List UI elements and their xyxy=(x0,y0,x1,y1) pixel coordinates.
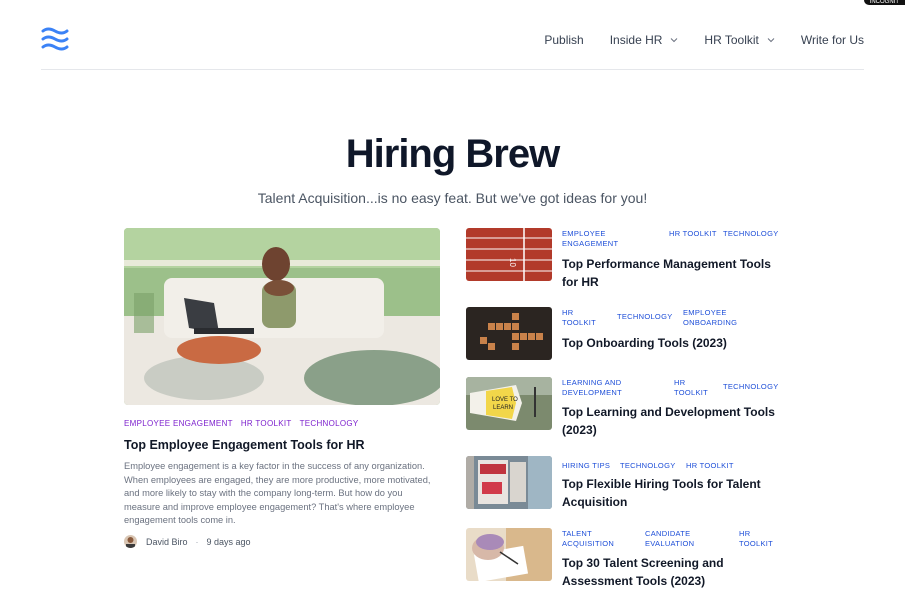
tag-link[interactable]: TALENT ACQUISITION xyxy=(562,529,627,549)
main-nav: Publish Inside HR HR Toolkit Write for U… xyxy=(518,33,864,47)
list-item[interactable]: LOVE TO LEARN LEARNING AND DEVELOPMENT H… xyxy=(466,377,788,437)
article-thumbnail[interactable] xyxy=(466,456,552,509)
tag-link[interactable]: EMPLOYEE ENGAGEMENT xyxy=(124,419,233,428)
featured-title[interactable]: Top Employee Engagement Tools for HR xyxy=(124,438,365,452)
chevron-down-icon xyxy=(671,38,678,43)
tag-link[interactable]: HR TOOLKIT xyxy=(674,378,714,398)
article-thumbnail[interactable]: LOVE TO LEARN xyxy=(466,377,552,430)
post-date: 9 days ago xyxy=(206,536,251,547)
nav-hr-toolkit[interactable]: HR Toolkit xyxy=(704,33,775,47)
tag-link[interactable]: TECHNOLOGY xyxy=(723,382,779,392)
article-tags: HR TOOLKIT TECHNOLOGY EMPLOYEE ONBOARDIN… xyxy=(562,308,784,330)
tag-link[interactable]: EMPLOYEE ONBOARDING xyxy=(683,308,753,328)
tag-link[interactable]: TECHNOLOGY xyxy=(723,229,779,239)
article-tags: EMPLOYEE ENGAGEMENT HR TOOLKIT TECHNOLOG… xyxy=(562,229,784,251)
author-name[interactable]: David Biro xyxy=(146,537,188,547)
nav-label: HR Toolkit xyxy=(704,33,759,47)
page-title: Hiring Brew xyxy=(345,132,560,176)
tag-link[interactable]: HR TOOLKIT xyxy=(562,308,602,328)
nav-write-for-us[interactable]: Write for Us xyxy=(801,33,864,47)
list-item[interactable]: HR TOOLKIT TECHNOLOGY EMPLOYEE ONBOARDIN… xyxy=(466,307,788,363)
tag-link[interactable]: TECHNOLOGY xyxy=(617,312,673,322)
tag-link[interactable]: LEARNING AND DEVELOPMENT xyxy=(562,378,642,398)
nav-inside-hr[interactable]: Inside HR xyxy=(610,33,679,47)
nav-label: Publish xyxy=(544,33,584,47)
tag-link[interactable]: CANDIDATE EVALUATION xyxy=(645,529,705,549)
featured-image[interactable] xyxy=(124,228,440,405)
tag-link[interactable]: HR TOOLKIT xyxy=(669,229,719,239)
article-title[interactable]: Top Learning and Development Tools (2023… xyxy=(562,403,788,439)
incognito-badge: INCOGNIT xyxy=(863,0,905,5)
chevron-down-icon xyxy=(767,38,775,43)
tag-link[interactable]: TECHNOLOGY xyxy=(620,461,676,471)
nav-label: Inside HR xyxy=(609,33,663,47)
separator-dot: · xyxy=(195,536,199,547)
list-item[interactable]: TALENT ACQUISITION CANDIDATE EVALUATION … xyxy=(466,528,788,588)
tag-link[interactable]: TECHNOLOGY xyxy=(300,419,359,428)
site-header: Publish Inside HR HR Toolkit Write for U… xyxy=(41,22,864,70)
nav-publish[interactable]: Publish xyxy=(544,33,583,47)
tag-link[interactable]: HR TOOLKIT xyxy=(686,461,734,471)
nav-label: Write for Us xyxy=(800,33,864,47)
article-thumbnail[interactable]: 10 xyxy=(466,228,552,281)
article-thumbnail[interactable] xyxy=(466,307,552,360)
article-title[interactable]: Top 30 Talent Screening and Assessment T… xyxy=(562,554,788,590)
article-title[interactable]: Top Flexible Hiring Tools for Talent Acq… xyxy=(562,475,788,511)
featured-tags: EMPLOYEE ENGAGEMENT HR TOOLKIT TECHNOLOG… xyxy=(124,419,367,428)
page-subtitle: Talent Acquisition...is no easy feat. Bu… xyxy=(257,190,648,206)
svg-text:10: 10 xyxy=(508,258,517,267)
article-thumbnail[interactable] xyxy=(466,528,552,581)
list-item[interactable]: HIRING TIPS TECHNOLOGY HR TOOLKIT Top Fl… xyxy=(466,456,788,512)
tag-link[interactable]: EMPLOYEE ENGAGEMENT xyxy=(562,229,652,249)
tag-link[interactable]: HIRING TIPS xyxy=(562,461,610,471)
waves-logo-icon[interactable] xyxy=(41,26,69,52)
svg-text:LOVE TO: LOVE TO xyxy=(492,397,518,403)
article-tags: LEARNING AND DEVELOPMENT HR TOOLKIT TECH… xyxy=(562,378,784,400)
article-title[interactable]: Top Performance Management Tools for HR xyxy=(562,255,788,291)
tag-link[interactable]: HR TOOLKIT xyxy=(241,419,292,428)
author-byline: David Biro · 9 days ago xyxy=(124,535,251,548)
avatar[interactable] xyxy=(124,535,137,548)
tag-link[interactable]: HR TOOLKIT xyxy=(739,529,779,549)
featured-excerpt: Employee engagement is a key factor in t… xyxy=(124,461,431,525)
svg-text:LEARN: LEARN xyxy=(493,405,513,411)
article-title[interactable]: Top Onboarding Tools (2023) xyxy=(562,334,788,352)
article-tags: TALENT ACQUISITION CANDIDATE EVALUATION … xyxy=(562,529,784,551)
list-item[interactable]: 10 EMPLOYEE ENGAGEMENT HR TOOLKIT TECHNO… xyxy=(466,228,788,289)
